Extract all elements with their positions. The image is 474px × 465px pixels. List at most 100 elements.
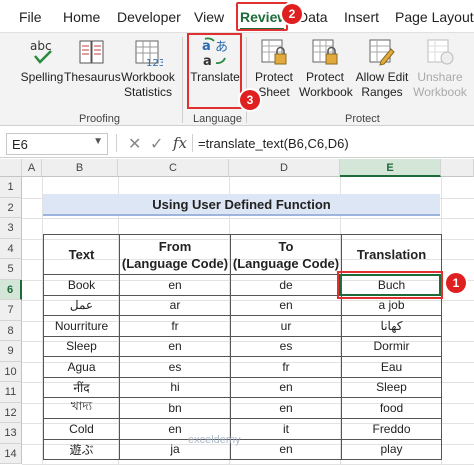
text-cell[interactable]: Agua [43, 356, 120, 378]
translation-cell[interactable]: Sleep [341, 376, 442, 398]
header-text[interactable]: Text [43, 234, 120, 275]
row-header-1[interactable]: 1 [0, 177, 22, 198]
row-header-2[interactable]: 2 [0, 197, 22, 218]
column-header-c[interactable]: C [118, 159, 229, 177]
protect-workbook-icon [310, 37, 340, 67]
allow-edit-ranges-button[interactable]: Allow Edit Ranges [353, 37, 411, 100]
column-header-b[interactable]: B [42, 159, 118, 177]
to-cell[interactable]: en [230, 397, 342, 419]
header-to-line1: To [278, 238, 294, 254]
row-header-6[interactable]: 6 [0, 279, 22, 300]
row-header-8[interactable]: 8 [0, 320, 22, 341]
allow-edit-ranges-label-2: Ranges [361, 85, 403, 99]
to-cell[interactable]: en [230, 376, 342, 398]
header-to[interactable]: To (Language Code) [230, 234, 342, 275]
worksheet-grid[interactable]: A B C D E 1 2 3 4 5 6 7 8 9 10 11 12 13 14 Using User… [0, 159, 474, 465]
text-cell[interactable]: Sleep [43, 335, 120, 357]
translate-button-highlight [187, 33, 242, 109]
translation-cell[interactable]: Freddo [341, 418, 442, 440]
cancel-icon[interactable]: ✕ [128, 134, 141, 154]
column-header-f[interactable] [441, 159, 474, 177]
formula-bar-divider [116, 134, 117, 152]
text-cell[interactable]: Cold [43, 418, 120, 440]
tab-page-layout[interactable]: Page Layout [395, 9, 474, 25]
text-cell[interactable]: Nourriture [43, 315, 120, 337]
from-cell[interactable]: es [119, 356, 231, 378]
text-cell[interactable]: খাদ্য [43, 397, 120, 419]
to-cell[interactable]: en [230, 438, 342, 460]
header-to-line2: (Language Code) [232, 255, 340, 271]
row-header-7[interactable]: 7 [0, 300, 22, 321]
translation-cell[interactable]: کھانا [341, 315, 442, 337]
protect-sheet-label-1: Protect [254, 70, 293, 84]
text-cell[interactable]: नींद [43, 376, 120, 398]
tab-insert[interactable]: Insert [344, 9, 379, 25]
translation-cell[interactable]: Dormir [341, 335, 442, 357]
protect-sheet-button[interactable]: Protect Sheet [250, 37, 298, 100]
row-header-10[interactable]: 10 [0, 361, 22, 382]
from-cell[interactable]: fr [119, 315, 231, 337]
table-row: Agua es fr Eau [43, 356, 442, 378]
translation-cell[interactable]: Eau [341, 356, 442, 378]
from-cell[interactable]: en [119, 335, 231, 357]
header-translation[interactable]: Translation [341, 234, 442, 275]
insert-function-icon[interactable]: fx [173, 134, 187, 152]
row-header-12[interactable]: 12 [0, 402, 22, 423]
protect-group-label: Protect [345, 113, 380, 125]
unshare-workbook-button[interactable]: Unshare Workbook [412, 37, 468, 100]
step-badge-1: 1 [446, 273, 466, 293]
step-badge-3: 3 [240, 90, 260, 110]
translation-cell[interactable]: play [341, 438, 442, 460]
group-separator [182, 37, 183, 123]
row-header-3[interactable]: 3 [0, 218, 22, 239]
to-cell[interactable]: fr [230, 356, 342, 378]
text-cell[interactable]: عمل [43, 294, 120, 316]
text-cell[interactable]: Book [43, 274, 120, 296]
table-row: খাদ্য bn en food [43, 397, 442, 419]
to-cell[interactable]: en [230, 294, 342, 316]
to-cell[interactable]: de [230, 274, 342, 296]
from-cell[interactable]: bn [119, 397, 231, 419]
formula-input[interactable]: =translate_text(B6,C6,D6) [198, 136, 349, 151]
row-header-11[interactable]: 11 [0, 382, 22, 403]
chevron-down-icon[interactable]: ▼ [93, 136, 103, 147]
active-cell-e6[interactable] [339, 274, 441, 296]
row-header-5[interactable]: 5 [0, 259, 22, 280]
tab-file[interactable]: File [19, 9, 42, 25]
proofing-group-label: Proofing [79, 113, 120, 125]
header-from[interactable]: From (Language Code) [119, 234, 231, 275]
spelling-icon: abc [27, 37, 57, 67]
tab-view[interactable]: View [194, 9, 224, 25]
column-header-e[interactable]: E [340, 159, 441, 177]
translation-cell[interactable]: food [341, 397, 442, 419]
sheet-title[interactable]: Using User Defined Function [43, 194, 440, 216]
header-from-line1: From [158, 238, 192, 254]
text-cell[interactable]: 遊ぶ [43, 438, 120, 460]
protect-workbook-label-2: Workbook [299, 85, 353, 99]
column-header-d[interactable]: D [229, 159, 340, 177]
thesaurus-button[interactable]: Thesaurus [64, 37, 121, 85]
from-cell[interactable]: ar [119, 294, 231, 316]
formula-bar: E6 ▼ ✕ ✓ fx =translate_text(B6,C6,D6) [0, 128, 474, 158]
spelling-button[interactable]: abc Spelling [20, 37, 64, 85]
name-box[interactable]: E6 ▼ [6, 133, 108, 155]
row-header-9[interactable]: 9 [0, 341, 22, 362]
allow-edit-ranges-label-1: Allow Edit [355, 70, 409, 84]
unshare-workbook-label-2: Workbook [413, 85, 467, 99]
from-cell[interactable]: en [119, 274, 231, 296]
tab-developer[interactable]: Developer [117, 9, 181, 25]
row-header-13[interactable]: 13 [0, 423, 22, 444]
enter-icon[interactable]: ✓ [150, 134, 163, 154]
spelling-label: Spelling [20, 70, 64, 84]
workbook-statistics-button[interactable]: 123 Workbook Statistics [119, 37, 177, 100]
protect-workbook-button[interactable]: Protect Workbook [299, 37, 353, 100]
from-cell[interactable]: hi [119, 376, 231, 398]
to-cell[interactable]: es [230, 335, 342, 357]
select-all-corner[interactable] [0, 159, 22, 177]
to-cell[interactable]: it [230, 418, 342, 440]
column-header-a[interactable]: A [22, 159, 42, 177]
to-cell[interactable]: ur [230, 315, 342, 337]
tab-data[interactable]: Data [298, 9, 328, 25]
tab-home[interactable]: Home [63, 9, 100, 25]
row-header-4[interactable]: 4 [0, 238, 22, 259]
